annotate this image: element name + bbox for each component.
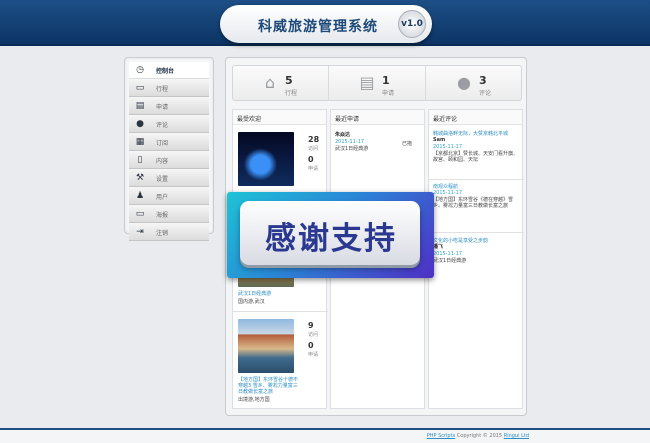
banner-text: 感谢支持 (265, 221, 397, 257)
application-count-label: 申请 (308, 166, 319, 172)
monitor-icon: ▭ (135, 209, 145, 219)
comment-author: Sam (433, 137, 446, 143)
night-light-show-photo[interactable] (238, 132, 294, 186)
sidebar-item-dashboard[interactable]: ◷ 控制台 (129, 62, 209, 79)
footer-brand-link[interactable]: PHP Scripts (427, 433, 456, 439)
entry-divider (429, 232, 524, 233)
sidebar-item-posters[interactable]: ▭ 海报 (129, 206, 209, 223)
footer-copyright: Copyright © 2015 (456, 433, 503, 439)
sidebar-item-logout[interactable]: ⇥ 注销 (129, 224, 209, 241)
comment-date: 2015-11-17 (433, 251, 463, 257)
speech-bubble-icon: ● (136, 119, 144, 129)
sidebar-item-label: 申请 (156, 104, 169, 111)
home-icon: ⌂ (264, 73, 276, 92)
version-badge: v1.0 (398, 10, 426, 38)
footer-credits: PHP Scripts Copyright © 2015 Ringui Ltd (427, 433, 529, 439)
comment-entry[interactable]: 韩城曲洛畔无际，大赞京韩北平城 Sam 2015-11-17 【京都北京】赞长城… (429, 131, 524, 180)
clipboard-icon: ▤ (359, 73, 375, 92)
footer-company-link[interactable]: Ringui Ltd (504, 433, 529, 439)
sidebar-item-label: 评论 (156, 122, 169, 129)
entry-divider (429, 179, 524, 180)
comment-entry[interactable]: 南观众程航 2015-11-17 【地方国】东环雪谷《德在穿越》雪乡、雾凇力量富… (429, 184, 524, 233)
sidebar-item-content[interactable]: ▯ 内容 (129, 152, 209, 169)
sidebar-item-label: 用户 (156, 194, 169, 201)
trip-title-link[interactable]: 武汉1日经典游 (238, 291, 313, 297)
sidebar-item-users[interactable]: ♟ 用户 (129, 188, 209, 205)
stat-count: 3 (479, 74, 487, 87)
view-count-label: 访问 (308, 332, 319, 338)
sidebar-item-label: 控制台 (156, 68, 175, 75)
sidebar-item-label: 内容 (156, 158, 169, 165)
logout-icon: ⇥ (136, 227, 144, 237)
newspaper-icon: ▦ (135, 137, 145, 147)
banner-plate: 感谢支持 (240, 201, 420, 265)
column-heading: 最受欢迎 (233, 110, 326, 125)
column-heading: 最近评论 (429, 110, 522, 125)
comment-entry[interactable]: 文化的小吃是享受之步韵 潘飞 2015-11-17 武汉1日经典游 (433, 238, 520, 264)
stats-bar: ⌂ 5 行程 ▤ 1 申请 ● 3 评论 (232, 65, 522, 101)
comment-author: 潘飞 (433, 244, 444, 250)
stat-label: 评论 (479, 90, 492, 97)
page-footer: PHP Scripts Copyright © 2015 Ringui Ltd (0, 428, 650, 443)
sidebar-item-trips[interactable]: ▭ 行程 (129, 80, 209, 97)
comment-title-link[interactable]: 韩城曲洛畔无际，大赞京韩北平城 (433, 131, 520, 137)
application-count: 0 (308, 155, 314, 164)
app-title: 科威旅游管理系统 (258, 19, 378, 35)
application-count: 0 (308, 341, 314, 350)
waterfront-town-photo[interactable] (238, 319, 294, 373)
sidebar-item-label: 订阅 (156, 140, 169, 147)
application-entry[interactable]: 朱焱达 2015-11-17 武汉1日经典游 已拖 (335, 132, 422, 152)
application-status: 已拖 (401, 141, 412, 147)
trip-tags: 出境游,地方国 (238, 397, 270, 403)
sidebar-item-subscriptions[interactable]: ▦ 订阅 (129, 134, 209, 151)
speech-bubble-icon: ● (457, 73, 471, 92)
stat-count: 5 (285, 74, 293, 87)
view-count: 28 (308, 135, 320, 144)
brand-plate: 科威旅游管理系统 v1.0 (220, 5, 432, 43)
comment-text: 【地方国】东环雪谷《德在穿越》雪乡、雾凇力量富三日教做长富之旅 (433, 197, 514, 209)
recent-comments-column: 最近评论 韩城曲洛畔无际，大赞京韩北平城 Sam 2015-11-17 【京都北… (428, 109, 524, 409)
stat-applications[interactable]: ▤ 1 申请 (330, 66, 426, 100)
trip-title-link[interactable]: 【地方国】东环雪谷十德不穿越3 雪乡、雾凇力量富三日教做长富之旅 (238, 377, 298, 395)
sidebar-menu: ◷ 控制台 ▭ 行程 ▤ 申请 ● 评论 ▦ 订阅 ▯ 内容 ⚒ 设置 ♟ 用户… (124, 57, 214, 241)
app-header: 科威旅游管理系统 v1.0 (0, 0, 650, 46)
document-icon: ▯ (137, 155, 143, 165)
comment-date: 2015-11-17 (433, 190, 463, 196)
comment-text: 【京都北京】赞长城、天安门看升旗、故宫、颐和园、天坛 (433, 151, 519, 163)
clipboard-icon: ▤ (135, 101, 145, 111)
stat-count: 1 (382, 74, 390, 87)
view-count: 9 (308, 321, 314, 330)
sidebar-item-applications[interactable]: ▤ 申请 (129, 98, 209, 115)
thank-you-banner: 感谢支持 (227, 192, 434, 278)
application-count-label: 申请 (308, 352, 319, 358)
card-divider (233, 311, 328, 312)
sidebar-item-settings[interactable]: ⚒ 设置 (129, 170, 209, 187)
dashboard-gauge-icon: ◷ (136, 65, 144, 75)
sidebar-item-comments[interactable]: ● 评论 (129, 116, 209, 133)
sidebar-item-label: 海报 (156, 212, 169, 219)
users-icon: ♟ (135, 191, 145, 201)
folder-icon: ▭ (135, 83, 145, 93)
sidebar-item-label: 行程 (156, 86, 169, 93)
comment-text: 武汉1日经典游 (433, 258, 467, 264)
stat-label: 行程 (285, 90, 298, 97)
stat-label: 申请 (382, 90, 395, 97)
stat-trips[interactable]: ⌂ 5 行程 (233, 66, 329, 100)
trip-tags: 国内游,武汉 (238, 299, 265, 305)
sidebar-item-label: 注销 (156, 230, 169, 237)
comment-date: 2015-11-17 (433, 144, 463, 150)
applicant-name: 朱焱达 (335, 132, 351, 138)
stat-comments[interactable]: ● 3 评论 (427, 66, 523, 100)
sidebar-item-label: 设置 (156, 176, 169, 183)
view-count-label: 访问 (308, 146, 319, 152)
wrench-icon: ⚒ (135, 173, 145, 183)
column-heading: 最近申请 (331, 110, 424, 125)
